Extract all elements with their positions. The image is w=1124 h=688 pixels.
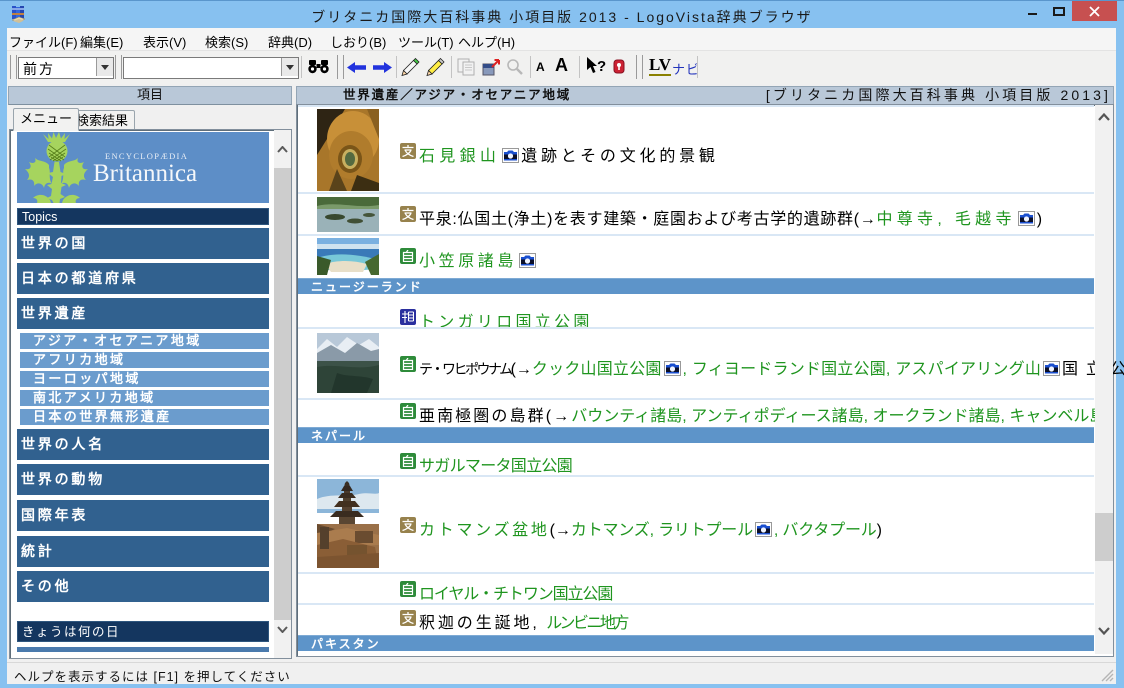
svg-text:Britannica: Britannica (93, 160, 197, 187)
svg-text:?: ? (597, 58, 606, 75)
